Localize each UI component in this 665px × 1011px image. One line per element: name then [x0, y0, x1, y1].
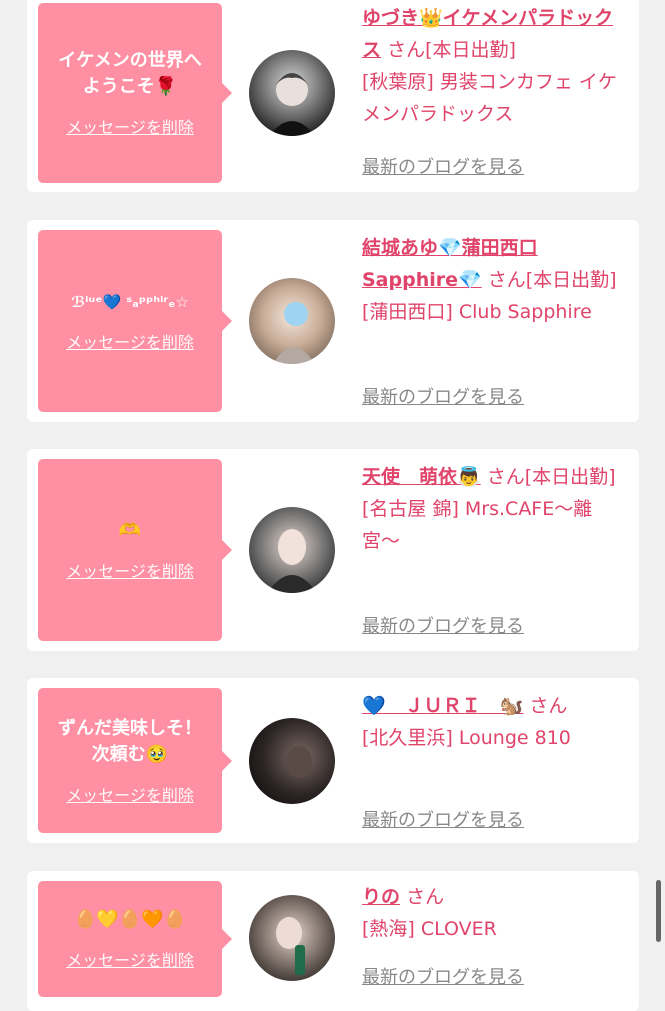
message-card: 🥚💛🥚🧡🥚 メッセージを削除 りの さん [熱海] CLOVER 最新のブログを…: [27, 871, 639, 1011]
cast-name-link[interactable]: 天使 萌依👼: [362, 466, 481, 488]
delete-message-link[interactable]: メッセージを削除: [66, 329, 194, 353]
shop-name: [秋葉原] 男装コンカフェ イケメンパラドックス: [362, 71, 617, 125]
avatar-photo-icon: [269, 73, 315, 136]
avatar-photo-icon: [273, 302, 315, 364]
cast-info: りの さん [熱海] CLOVER: [362, 881, 627, 945]
view-blog-link[interactable]: 最新のブログを見る: [362, 806, 524, 832]
view-blog-link[interactable]: 最新のブログを見る: [362, 153, 524, 179]
cast-status: さん: [406, 886, 445, 908]
cast-status: さん: [529, 695, 568, 717]
view-blog-link[interactable]: 最新のブログを見る: [362, 612, 524, 638]
message-card: ℬˡᵘᵉ💙 ˢₐᵖᵖʰⁱʳₑ☆ メッセージを削除 結城あゆ💎蒲田西口Sapphi…: [27, 220, 639, 422]
shop-name: [名古屋 錦] Mrs.CAFE〜離宮〜: [362, 498, 593, 552]
delete-message-link[interactable]: メッセージを削除: [66, 114, 194, 138]
avatar[interactable]: [249, 50, 335, 136]
shop-name: [熱海] CLOVER: [362, 918, 497, 940]
avatar[interactable]: [249, 895, 335, 981]
delete-message-link[interactable]: メッセージを削除: [66, 782, 194, 806]
shop-name: [蒲田西口] Club Sapphire: [362, 301, 592, 323]
delete-message-link[interactable]: メッセージを削除: [66, 947, 194, 971]
avatar-photo-icon: [267, 529, 317, 593]
cast-info: ゆづき👑イケメンパラドックス さん[本日出勤] [秋葉原] 男装コンカフェ イケ…: [362, 2, 627, 130]
cast-name-link[interactable]: りの: [362, 886, 400, 908]
cast-info: 天使 萌依👼 さん[本日出勤] [名古屋 錦] Mrs.CAFE〜離宮〜: [362, 461, 627, 557]
cast-info: 💙 ＪＵＲＩ 🐿️ さん [北久里浜] Lounge 810: [362, 690, 627, 754]
avatar[interactable]: [249, 718, 335, 804]
cast-status: さん[本日出勤]: [487, 269, 617, 291]
view-blog-link[interactable]: 最新のブログを見る: [362, 383, 524, 409]
cast-status: さん[本日出勤]: [486, 466, 616, 488]
shop-name: [北久里浜] Lounge 810: [362, 727, 571, 749]
avatar-photo-icon: [286, 746, 312, 778]
message-text: ずんだ美味しそ！ 次頼む🥹: [58, 717, 202, 765]
message-bubble: ℬˡᵘᵉ💙 ˢₐᵖᵖʰⁱʳₑ☆ メッセージを削除: [38, 230, 232, 412]
message-card: イケメンの世界へ ようこそ🌹 メッセージを削除 ゆづき👑イケメンパラドックス さ…: [27, 0, 639, 192]
cast-name-link[interactable]: 💙 ＪＵＲＩ 🐿️: [362, 695, 523, 717]
delete-message-link[interactable]: メッセージを削除: [66, 558, 194, 582]
message-bubble: ずんだ美味しそ！ 次頼む🥹 メッセージを削除: [38, 688, 232, 833]
message-bubble: 🫶 メッセージを削除: [38, 459, 232, 641]
message-bubble: イケメンの世界へ ようこそ🌹 メッセージを削除: [38, 3, 232, 183]
avatar[interactable]: [249, 507, 335, 593]
message-text: ℬˡᵘᵉ💙 ˢₐᵖᵖʰⁱʳₑ☆: [71, 293, 189, 311]
cast-info: 結城あゆ💎蒲田西口Sapphire💎 さん[本日出勤] [蒲田西口] Club …: [362, 232, 627, 328]
view-blog-link[interactable]: 最新のブログを見る: [362, 963, 524, 989]
message-card: ずんだ美味しそ！ 次頼む🥹 メッセージを削除 💙 ＪＵＲＩ 🐿️ さん [北久里…: [27, 678, 639, 843]
message-bubble: 🥚💛🥚🧡🥚 メッセージを削除: [38, 881, 232, 997]
message-text: 🥚💛🥚🧡🥚: [73, 909, 187, 930]
cast-status: さん[本日出勤]: [387, 39, 516, 61]
scrollbar[interactable]: [656, 880, 661, 942]
message-text: 🫶: [118, 520, 142, 541]
avatar[interactable]: [249, 278, 335, 364]
message-card: 🫶 メッセージを削除 天使 萌依👼 さん[本日出勤] [名古屋 錦] Mrs.C…: [27, 449, 639, 651]
message-text: イケメンの世界へ ようこそ🌹: [58, 50, 202, 97]
avatar-photo-icon: [276, 917, 305, 975]
